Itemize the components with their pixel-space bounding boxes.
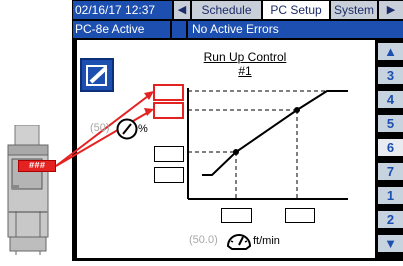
max-pressure-input[interactable]	[153, 84, 184, 101]
side-button-4[interactable]: 4	[378, 91, 403, 108]
side-button-3[interactable]: 3	[378, 67, 403, 84]
speed-unit: ft/min	[253, 235, 280, 247]
low-pressure-input[interactable]	[154, 146, 184, 162]
side-button-5[interactable]: 5	[378, 115, 403, 132]
speed-value: (50.0)	[189, 234, 218, 246]
side-button-6[interactable]: 6	[378, 139, 403, 156]
low-speed-input[interactable]	[221, 208, 252, 223]
chart-point-2	[294, 107, 300, 113]
pressure-value: (50)	[90, 122, 110, 134]
side-button-1[interactable]: 1	[378, 187, 403, 204]
run-up-line	[202, 90, 348, 176]
side-button-7[interactable]: 7	[378, 163, 403, 180]
high-speed-input[interactable]	[285, 208, 315, 223]
scroll-up-button[interactable]: ▲	[378, 43, 403, 60]
chart-point-1	[233, 149, 239, 155]
run-up-chart	[55, 88, 348, 200]
speedometer-icon	[226, 234, 252, 250]
gauge-icon	[116, 118, 138, 140]
min-pressure-input[interactable]	[154, 167, 184, 183]
pressure-unit: %	[138, 123, 148, 135]
mid-pressure-input[interactable]	[153, 102, 184, 119]
side-button-2[interactable]: 2	[378, 211, 403, 228]
scroll-down-button[interactable]: ▼	[378, 235, 403, 252]
